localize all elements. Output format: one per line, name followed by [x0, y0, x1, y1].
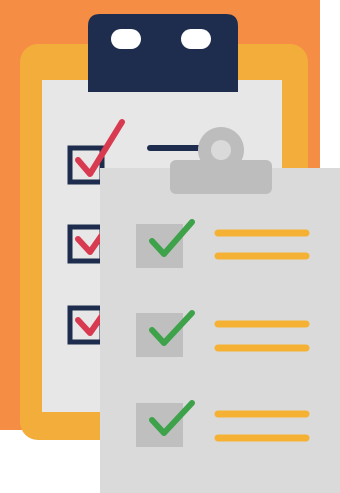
front-clipboard — [100, 127, 340, 493]
checklist-clipboards-graphic — [0, 0, 340, 493]
back-clipboard-clip — [88, 14, 238, 92]
illustration — [0, 0, 340, 493]
